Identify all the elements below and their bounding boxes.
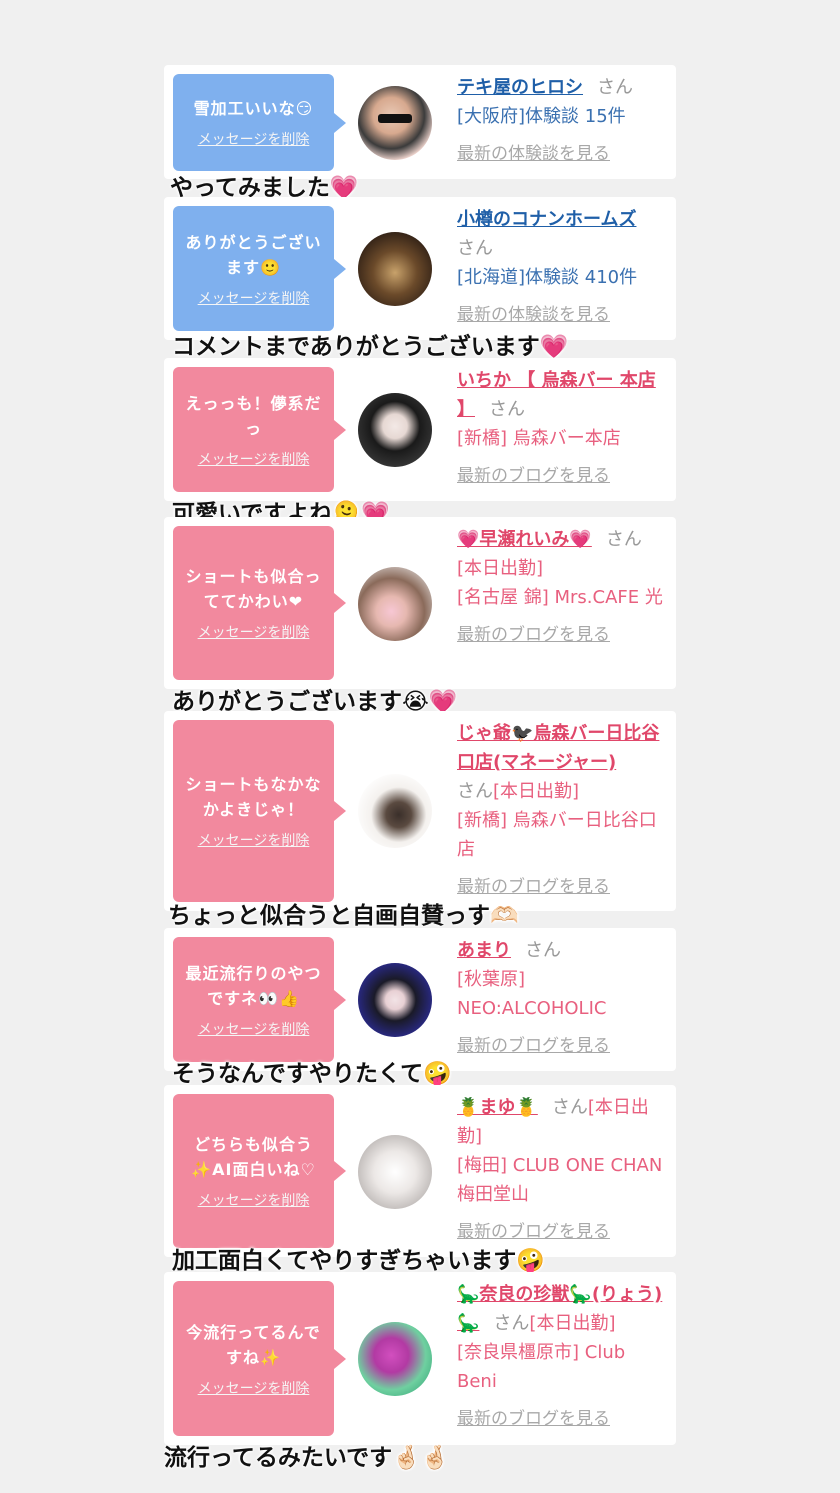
avatar[interactable] <box>358 86 432 160</box>
message-bubble: 今流行ってるんですね✨ メッセージを削除 <box>173 1281 346 1436</box>
user-info: 小樽のコナンホームズ さん [北海道]体験談 410件 最新の体験談を見る <box>457 205 669 330</box>
delete-message-link[interactable]: メッセージを削除 <box>198 1019 310 1039</box>
message-text: 今流行ってるんですね✨ <box>186 1322 321 1367</box>
message-card: ありがとうございます🙂 メッセージを削除 小樽のコナンホームズ さん [北海道]… <box>164 197 676 340</box>
avatar[interactable] <box>358 1322 432 1396</box>
honorific: さん <box>493 1313 530 1334</box>
message-card: 雪加工いいな😏 メッセージを削除 テキ屋のヒロシ さん [大阪府]体験談 15件 … <box>164 65 676 179</box>
user-detail: [本日出勤] <box>493 781 580 802</box>
user-info: 💗早瀬れいみ💗 さん [本日出勤] [名古屋 錦] Mrs.CAFE 光 最新のブ… <box>457 525 669 650</box>
message-card: どちらも似合う✨AI面白いね♡ メッセージを削除 🍍まゆ🍍 さん[本日出勤] [梅… <box>164 1085 676 1257</box>
message-text: 最近流行りのやつですネ👀👍 <box>185 963 322 1008</box>
user-name-link[interactable]: あまり <box>457 940 511 961</box>
user-detail: [新橋] 烏森バー日比谷口店 <box>457 810 657 860</box>
message-card: えっっも！儚系だっ メッセージを削除 いちか 【 烏森バー 本店 】さん [新橋… <box>164 358 676 501</box>
honorific: さん <box>525 940 561 961</box>
user-detail: [本日出勤] <box>457 558 544 579</box>
user-detail: [新橋] 烏森バー本店 <box>457 428 621 449</box>
message-bubble: ショートもなかなかよきじゃ！ メッセージを削除 <box>173 720 346 902</box>
sunglasses-icon <box>378 114 412 123</box>
honorific: さん <box>489 399 525 420</box>
delete-message-link[interactable]: メッセージを削除 <box>198 1190 310 1210</box>
user-info: 🦕奈良の珍獣🦕(りょう)🦕 さん[本日出勤] [奈良県橿原市] Club Beni… <box>457 1280 669 1434</box>
message-text: どちらも似合う✨AI面白いね♡ <box>191 1135 316 1179</box>
caption: ちょっと似合うと自画自賛っす🫶🏻 <box>168 903 519 929</box>
caption: 加工面白くてやりすぎちゃいます🤪 <box>172 1248 545 1274</box>
avatar[interactable] <box>358 774 432 848</box>
user-name-link[interactable]: テキ屋のヒロシ <box>457 77 583 98</box>
delete-message-link[interactable]: メッセージを削除 <box>198 449 310 469</box>
avatar[interactable] <box>358 567 432 641</box>
avatar[interactable] <box>358 393 432 467</box>
user-name-link[interactable]: 🍍まゆ🍍 <box>457 1097 538 1118</box>
user-info: テキ屋のヒロシ さん [大阪府]体験談 15件 最新の体験談を見る <box>457 73 669 169</box>
user-detail: [本日出勤] <box>529 1313 616 1334</box>
user-info: いちか 【 烏森バー 本店 】さん [新橋] 烏森バー本店 最新のブログを見る <box>457 366 669 491</box>
message-bubble: 最近流行りのやつですネ👀👍 メッセージを削除 <box>173 937 346 1062</box>
message-card: ショートも似合っててかわい❤ メッセージを削除 💗早瀬れいみ💗 さん [本日出勤]… <box>164 517 676 689</box>
user-name-link[interactable]: 💗早瀬れいみ💗 <box>457 529 592 550</box>
avatar[interactable] <box>358 1135 432 1209</box>
message-bubble: どちらも似合う✨AI面白いね♡ メッセージを削除 <box>173 1094 346 1248</box>
user-detail: [秋葉原] NEO:ALCOHOLIC <box>457 969 607 1019</box>
view-latest-link[interactable]: 最新のブログを見る <box>457 621 669 650</box>
user-name-link[interactable]: じゃ爺🐦‍⬛烏森バー日比谷口店(マネージャー) <box>457 723 659 773</box>
avatar[interactable] <box>358 963 432 1037</box>
honorific: さん <box>551 1097 588 1118</box>
view-latest-link[interactable]: 最新の体験談を見る <box>457 140 669 169</box>
user-detail: [大阪府]体験談 15件 <box>457 106 626 127</box>
user-detail: [名古屋 錦] Mrs.CAFE 光 <box>457 587 663 608</box>
caption: 流行ってるみたいです🤞🏻🤞🏻 <box>164 1445 450 1471</box>
message-card: 今流行ってるんですね✨ メッセージを削除 🦕奈良の珍獣🦕(りょう)🦕 さん[本日出… <box>164 1272 676 1445</box>
user-name-link[interactable]: 小樽のコナンホームズ <box>457 209 636 230</box>
message-text: ショートもなかなかよきじゃ！ <box>185 775 322 819</box>
user-info: 🍍まゆ🍍 さん[本日出勤] [梅田] CLUB ONE CHAN 梅田堂山 最新の… <box>457 1093 669 1247</box>
user-detail: [梅田] CLUB ONE CHAN 梅田堂山 <box>457 1155 663 1205</box>
user-detail: [奈良県橿原市] Club Beni <box>457 1342 626 1392</box>
honorific: さん <box>597 77 633 98</box>
delete-message-link[interactable]: メッセージを削除 <box>198 129 310 149</box>
message-text: えっっも！儚系だっ <box>185 393 322 438</box>
honorific: さん <box>457 781 493 802</box>
message-text: 雪加工いいな😏 <box>193 99 314 118</box>
delete-message-link[interactable]: メッセージを削除 <box>198 830 310 850</box>
caption: コメントまでありがとうございます💗 <box>172 334 569 360</box>
delete-message-link[interactable]: メッセージを削除 <box>198 288 310 308</box>
avatar[interactable] <box>358 232 432 306</box>
message-bubble: えっっも！儚系だっ メッセージを削除 <box>173 367 346 492</box>
message-bubble: ショートも似合っててかわい❤ メッセージを削除 <box>173 526 346 680</box>
delete-message-link[interactable]: メッセージを削除 <box>198 1378 310 1398</box>
message-card: ショートもなかなかよきじゃ！ メッセージを削除 じゃ爺🐦‍⬛烏森バー日比谷口店(… <box>164 711 676 911</box>
message-card: 最近流行りのやつですネ👀👍 メッセージを削除 あまり さん [秋葉原] NEO:A… <box>164 928 676 1071</box>
view-latest-link[interactable]: 最新のブログを見る <box>457 1032 669 1061</box>
user-detail: [北海道]体験談 410件 <box>457 267 638 288</box>
view-latest-link[interactable]: 最新のブログを見る <box>457 462 669 491</box>
message-text: ショートも似合っててかわい❤ <box>185 567 322 611</box>
honorific: さん <box>605 529 642 550</box>
honorific: さん <box>457 238 493 259</box>
message-bubble: 雪加工いいな😏 メッセージを削除 <box>173 74 346 171</box>
user-name-link[interactable]: いちか 【 烏森バー 本店 】 <box>457 370 656 420</box>
message-text: ありがとうございます🙂 <box>185 232 322 277</box>
user-info: じゃ爺🐦‍⬛烏森バー日比谷口店(マネージャー) さん[本日出勤] [新橋] 烏森… <box>457 719 669 902</box>
view-latest-link[interactable]: 最新の体験談を見る <box>457 301 669 330</box>
caption: そうなんですやりたくて🤪 <box>172 1061 452 1087</box>
user-info: あまり さん [秋葉原] NEO:ALCOHOLIC 最新のブログを見る <box>457 936 669 1061</box>
message-bubble: ありがとうございます🙂 メッセージを削除 <box>173 206 346 331</box>
delete-message-link[interactable]: メッセージを削除 <box>198 622 310 642</box>
view-latest-link[interactable]: 最新のブログを見る <box>457 1405 669 1434</box>
